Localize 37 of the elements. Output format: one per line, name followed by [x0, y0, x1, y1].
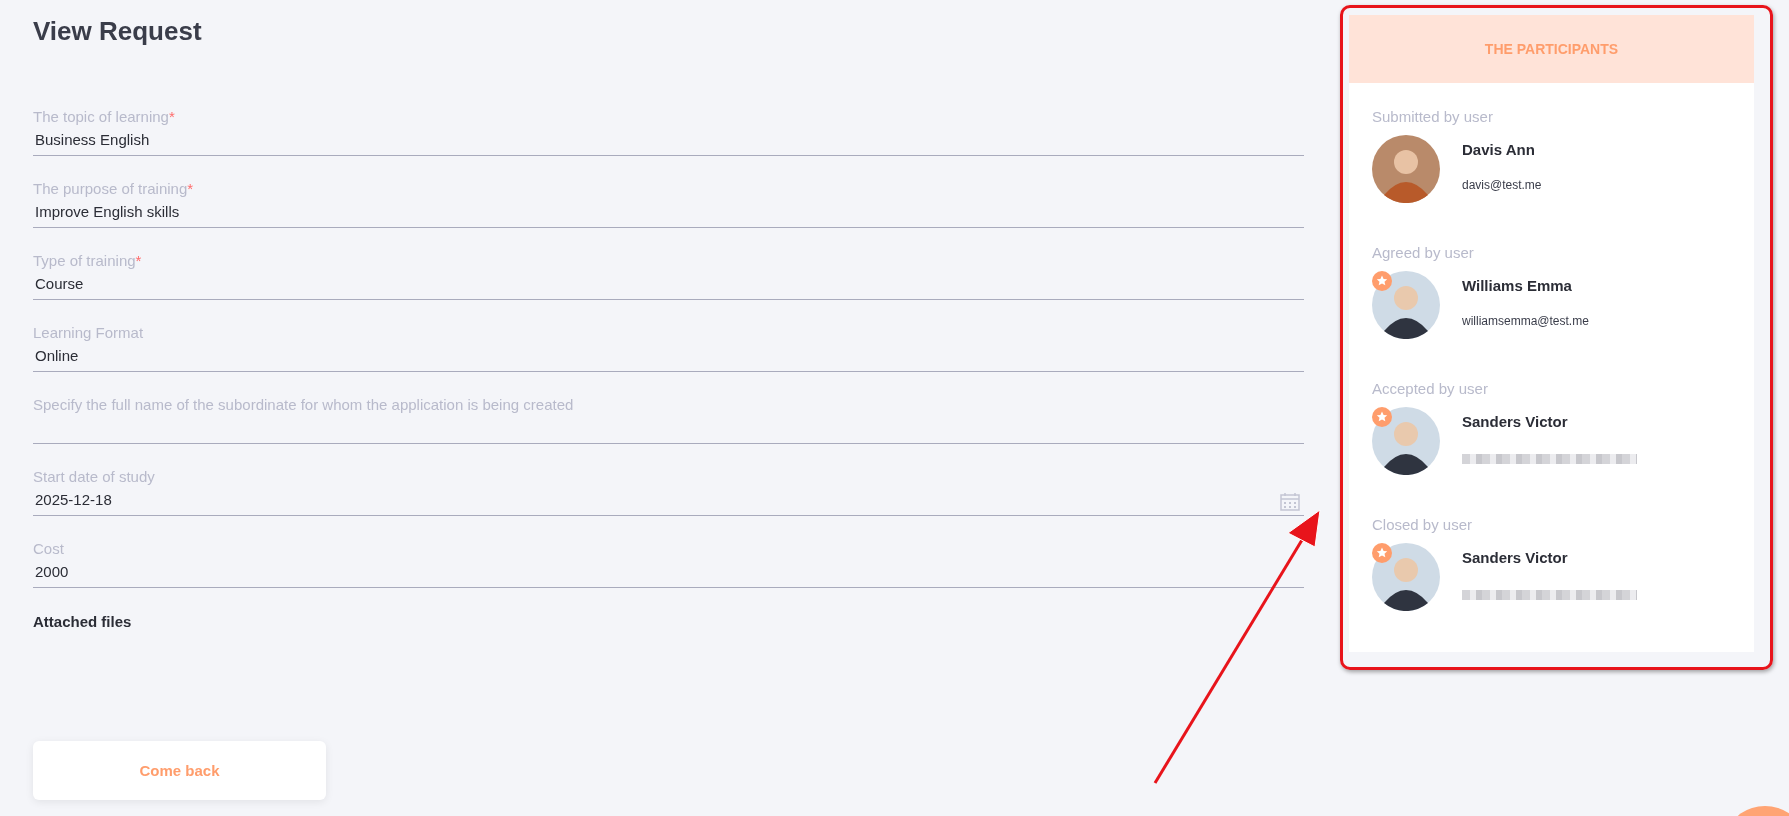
avatar-icon: [1372, 407, 1440, 475]
field-label: The purpose of training*: [33, 180, 195, 197]
participant-role: Submitted by user: [1372, 108, 1494, 125]
participant-name: Davis Ann: [1462, 141, 1536, 158]
field-label: Type of training*: [33, 252, 143, 269]
field-label: Specify the full name of the subordinate for whom the application is being created: [33, 396, 575, 413]
participant-role: Accepted by user: [1372, 380, 1489, 397]
form-field[interactable]: Start date of study 2025-12-18: [33, 465, 1304, 516]
form-field[interactable]: Type of training* Course: [33, 249, 1304, 300]
form-field[interactable]: Learning Format Online: [33, 321, 1304, 372]
participants-header: THE PARTICIPANTS: [1349, 15, 1754, 83]
field-value: Course: [34, 275, 84, 292]
participant-name: Sanders Victor: [1462, 413, 1569, 430]
participant-role: Agreed by user: [1372, 244, 1475, 261]
field-value: 2025-12-18: [34, 491, 112, 508]
form-field[interactable]: Cost 2000: [33, 537, 1304, 588]
field-label: Learning Format: [33, 324, 145, 341]
participant-role: Closed by user: [1372, 516, 1474, 533]
field-label: Cost: [33, 540, 65, 557]
field-value: 2000: [34, 563, 69, 580]
form-field[interactable]: The purpose of training* Improve English skills: [33, 177, 1304, 228]
avatar-icon: [1372, 135, 1440, 203]
field-value: Improve English skills: [34, 203, 180, 220]
field-label: Start date of study: [33, 468, 156, 485]
avatar-icon: [1372, 271, 1440, 339]
field-value: Online: [34, 347, 79, 364]
attached-files-heading: Attached files: [33, 613, 133, 630]
avatar-icon: [1372, 543, 1440, 611]
calendar-icon[interactable]: [1280, 493, 1300, 511]
page-title: View Request: [33, 16, 203, 47]
participant-name: Williams Emma: [1462, 277, 1573, 294]
field-label: The topic of learning*: [33, 108, 176, 125]
participant-name: Sanders Victor: [1462, 549, 1569, 566]
participant-email: williamsemma@test.me: [1462, 314, 1589, 328]
field-value: Business English: [34, 131, 150, 148]
form-field[interactable]: The topic of learning* Business English: [33, 105, 1304, 156]
participant-email: davis@test.me: [1462, 178, 1542, 192]
